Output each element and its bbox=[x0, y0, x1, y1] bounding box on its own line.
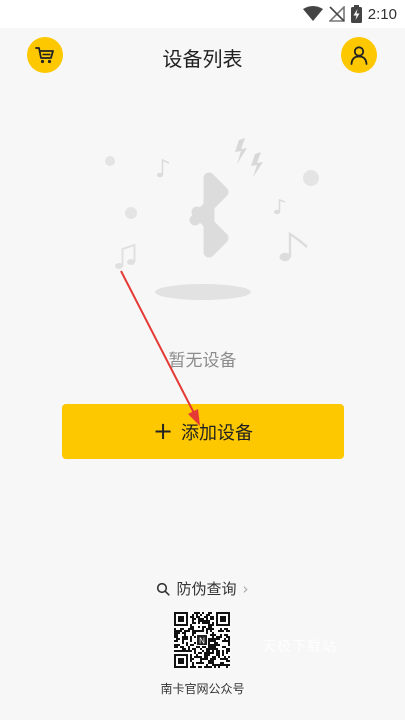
music-note-icon bbox=[274, 198, 286, 215]
app-header: 设备列表 bbox=[0, 28, 405, 82]
user-icon bbox=[350, 46, 368, 65]
shadow bbox=[155, 284, 251, 300]
music-note-icon bbox=[279, 231, 308, 262]
add-device-label: 添加设备 bbox=[181, 422, 254, 444]
lightning-icon bbox=[251, 152, 263, 177]
decor-dot bbox=[125, 207, 137, 219]
empty-state-message: 暂无设备 bbox=[168, 351, 237, 371]
status-time: 2:10 bbox=[367, 5, 397, 23]
battery-charging-icon bbox=[350, 5, 362, 23]
chevron-right-icon: › bbox=[242, 579, 249, 598]
lightning-icon bbox=[235, 138, 247, 164]
music-note-icon bbox=[115, 243, 136, 269]
anti-fake-label: 防伪查询 bbox=[176, 580, 237, 598]
music-note-icon bbox=[157, 158, 170, 178]
plus-icon: + bbox=[152, 416, 174, 445]
svg-text:N: N bbox=[199, 637, 205, 646]
user-button[interactable] bbox=[341, 37, 377, 73]
qr-code-image: N bbox=[174, 612, 230, 668]
no-signal-icon bbox=[328, 6, 345, 22]
wifi-icon bbox=[302, 6, 323, 21]
search-icon bbox=[157, 582, 171, 596]
empty-state-illustration bbox=[105, 138, 319, 300]
qr-caption: 南卡官网公众号 bbox=[160, 682, 245, 696]
add-device-button[interactable]: + 添加设备 bbox=[62, 404, 344, 459]
watermark: 天极下载站 bbox=[262, 639, 337, 655]
decor-dot bbox=[303, 170, 319, 186]
qr-code: N bbox=[174, 612, 230, 668]
decor-dot bbox=[105, 156, 115, 166]
anti-fake-query-link[interactable]: 防伪查询 › bbox=[0, 578, 405, 599]
bluetooth-icon bbox=[189, 172, 229, 258]
status-bar: 2:10 bbox=[0, 0, 405, 28]
status-icons: 2:10 bbox=[302, 4, 397, 24]
